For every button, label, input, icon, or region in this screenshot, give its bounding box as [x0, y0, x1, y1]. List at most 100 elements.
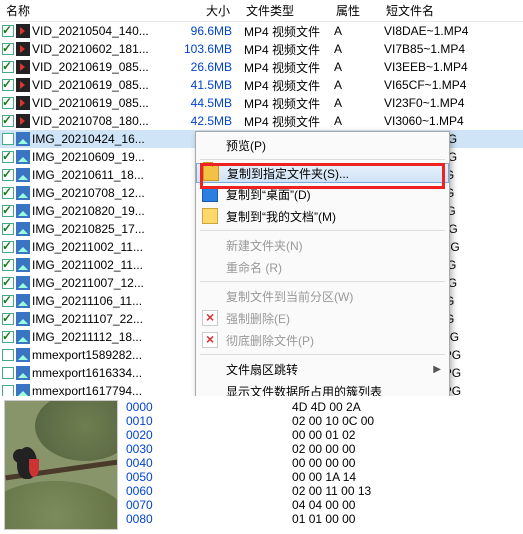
file-name: VID_20210619_085... — [32, 96, 149, 110]
doc-icon — [202, 208, 218, 224]
preview-thumbnail — [4, 400, 118, 530]
file-shortname: VI7B85~1.MP4 — [380, 42, 500, 56]
hex-bytes: 01 01 00 00 — [162, 512, 355, 526]
hex-line: 0050 00 00 1A 14 — [126, 470, 523, 484]
file-attr: A — [330, 96, 380, 110]
hex-bytes: 02 00 00 00 — [162, 442, 355, 456]
menu-item-label: 复制到指定文件夹(S)... — [227, 165, 349, 182]
row-checkbox[interactable] — [2, 151, 14, 163]
file-name: VID_20210708_180... — [32, 114, 149, 128]
file-type: MP4 视频文件 — [240, 113, 330, 130]
file-size: 42.5MB — [178, 114, 240, 128]
row-checkbox[interactable] — [2, 295, 14, 307]
row-checkbox[interactable] — [2, 241, 14, 253]
row-checkbox[interactable] — [2, 205, 14, 217]
table-row[interactable]: VID_20210504_140...96.6MBMP4 视频文件AVI8DAE… — [0, 22, 523, 40]
row-checkbox[interactable] — [2, 133, 14, 145]
file-attr: A — [330, 60, 380, 74]
video-file-icon — [16, 60, 30, 74]
hex-offset: 0000 — [126, 400, 162, 414]
row-checkbox[interactable] — [2, 223, 14, 235]
video-file-icon — [16, 42, 30, 56]
col-short[interactable]: 短文件名 — [380, 2, 500, 19]
video-file-icon — [16, 78, 30, 92]
row-checkbox[interactable] — [2, 25, 14, 37]
file-size: 103.6MB — [178, 42, 240, 56]
file-name: IMG_20211112_18... — [32, 330, 142, 344]
col-attr[interactable]: 属性 — [330, 2, 380, 19]
hex-line: 0020 00 00 01 02 — [126, 428, 523, 442]
file-name: VID_20210504_140... — [32, 24, 149, 38]
hex-viewer[interactable]: 0000 4D 4D 00 2A0010 02 00 10 0C 000020 … — [122, 396, 523, 534]
row-checkbox[interactable] — [2, 349, 14, 361]
file-name: IMG_20210609_19... — [32, 150, 145, 164]
col-type[interactable]: 文件类型 — [240, 2, 330, 19]
row-checkbox[interactable] — [2, 187, 14, 199]
table-row[interactable]: VID_20210619_085...26.6MBMP4 视频文件AVI3EEB… — [0, 58, 523, 76]
table-row[interactable]: VID_20210619_085...44.5MBMP4 视频文件AVI23F0… — [0, 94, 523, 112]
file-name: IMG_20211106_11... — [32, 294, 142, 308]
file-type: MP4 视频文件 — [240, 59, 330, 76]
image-file-icon — [16, 222, 30, 236]
menu-item[interactable]: 复制到指定文件夹(S)... — [196, 163, 449, 183]
menu-item[interactable]: 文件扇区跳转▶ — [196, 358, 449, 380]
menu-item-label: 重命名 (R) — [226, 259, 282, 276]
row-checkbox[interactable] — [2, 43, 14, 55]
hex-offset: 0010 — [126, 414, 162, 428]
row-checkbox[interactable] — [2, 61, 14, 73]
image-file-icon — [16, 150, 30, 164]
table-row[interactable]: VID_20210619_085...41.5MBMP4 视频文件AVI65CF… — [0, 76, 523, 94]
hex-offset: 0070 — [126, 498, 162, 512]
file-attr: A — [330, 78, 380, 92]
file-attr: A — [330, 24, 380, 38]
remove-icon — [202, 332, 218, 348]
image-file-icon — [16, 186, 30, 200]
image-file-icon — [16, 204, 30, 218]
file-name: IMG_20210825_17... — [32, 222, 145, 236]
file-shortname: VI3EEB~1.MP4 — [380, 60, 500, 74]
video-file-icon — [16, 24, 30, 38]
menu-item[interactable]: 复制到“我的文档”(M) — [196, 205, 449, 227]
hex-line: 0030 02 00 00 00 — [126, 442, 523, 456]
table-row[interactable]: VID_20210602_181...103.6MBMP4 视频文件AVI7B8… — [0, 40, 523, 58]
file-shortname: VI3060~1.MP4 — [380, 114, 500, 128]
file-name: mmexport1589282... — [32, 348, 142, 362]
menu-item-label: 复制文件到当前分区(W) — [226, 288, 353, 305]
image-file-icon — [16, 294, 30, 308]
file-name: IMG_20211002_11... — [32, 258, 143, 272]
hex-bytes: 00 00 01 02 — [162, 428, 355, 442]
image-file-icon — [16, 330, 30, 344]
menu-separator — [200, 281, 445, 282]
table-row[interactable]: VID_20210708_180...42.5MBMP4 视频文件AVI3060… — [0, 112, 523, 130]
row-checkbox[interactable] — [2, 79, 14, 91]
hex-offset: 0040 — [126, 456, 162, 470]
menu-item[interactable]: 预览(P) — [196, 134, 449, 156]
file-name: VID_20210619_085... — [32, 78, 149, 92]
hex-line: 0080 01 01 00 00 — [126, 512, 523, 526]
menu-item: 新建文件夹(N) — [196, 234, 449, 256]
row-checkbox[interactable] — [2, 313, 14, 325]
col-name[interactable]: 名称 — [0, 2, 178, 19]
row-checkbox[interactable] — [2, 169, 14, 181]
file-type: MP4 视频文件 — [240, 95, 330, 112]
menu-item[interactable]: 复制到“桌面”(D) — [196, 183, 449, 205]
hex-line: 0070 04 04 00 00 — [126, 498, 523, 512]
hex-bytes: 4D 4D 00 2A — [162, 400, 361, 414]
row-checkbox[interactable] — [2, 277, 14, 289]
file-name: IMG_20210820_19... — [32, 204, 145, 218]
row-checkbox[interactable] — [2, 331, 14, 343]
image-file-icon — [16, 348, 30, 362]
row-checkbox[interactable] — [2, 115, 14, 127]
col-size[interactable]: 大小 — [178, 2, 240, 19]
folder-icon — [203, 165, 219, 181]
row-checkbox[interactable] — [2, 259, 14, 271]
menu-item: 彻底删除文件(P) — [196, 329, 449, 351]
row-checkbox[interactable] — [2, 97, 14, 109]
file-name: VID_20210602_181... — [32, 42, 149, 56]
bottom-panel: 0000 4D 4D 00 2A0010 02 00 10 0C 000020 … — [0, 396, 523, 534]
row-checkbox[interactable] — [2, 367, 14, 379]
video-file-icon — [16, 96, 30, 110]
menu-item: 重命名 (R) — [196, 256, 449, 278]
image-file-icon — [16, 258, 30, 272]
image-file-icon — [16, 312, 30, 326]
